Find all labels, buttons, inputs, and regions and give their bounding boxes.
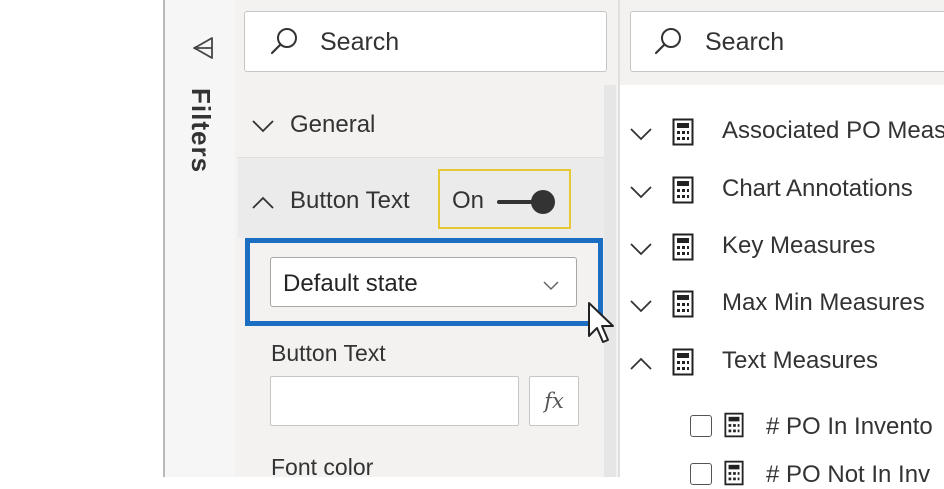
search-icon	[270, 28, 297, 55]
button-text-field-label: Button Text	[271, 340, 386, 366]
table-label: Associated PO Meas	[722, 117, 944, 144]
section-button-text-label: Button Text	[290, 187, 410, 214]
chevron-up-icon[interactable]	[628, 351, 654, 377]
button-text-input[interactable]	[270, 376, 519, 426]
chevron-down-icon[interactable]	[628, 293, 654, 319]
calculator-icon	[724, 412, 744, 438]
mouse-cursor-icon	[588, 302, 614, 343]
calculator-icon	[672, 348, 694, 376]
table-label: Chart Annotations	[722, 175, 913, 202]
state-dropdown-value: Default state	[283, 270, 418, 297]
chevron-down-icon[interactable]	[628, 236, 654, 262]
chevron-down-icon[interactable]	[628, 121, 654, 147]
table-label: Max Min Measures	[722, 289, 925, 316]
calculator-icon	[672, 290, 694, 318]
toggle-knob[interactable]	[531, 190, 555, 214]
toggle-label: On	[452, 187, 485, 214]
fields-search-placeholder: Search	[705, 28, 785, 56]
calculator-icon	[672, 176, 694, 204]
search-icon	[654, 28, 681, 55]
calculator-icon	[672, 233, 694, 261]
filters-rail[interactable]	[165, 0, 235, 477]
measure-checkbox[interactable]	[690, 463, 712, 485]
chevron-down-icon[interactable]	[628, 179, 654, 205]
chevron-down-icon	[543, 281, 559, 291]
section-general-label: General	[290, 111, 376, 138]
calculator-icon	[672, 118, 694, 146]
fx-button[interactable]: fx	[529, 376, 579, 426]
chevron-down-icon	[252, 120, 274, 133]
format-search-placeholder: Search	[320, 28, 400, 56]
collapse-arrow-icon[interactable]	[190, 34, 218, 62]
table-label: Text Measures	[722, 347, 879, 374]
calculator-icon	[724, 460, 744, 486]
format-pane-scrollbar[interactable]	[604, 85, 616, 477]
measure-checkbox[interactable]	[690, 415, 712, 437]
table-label: Key Measures	[722, 232, 876, 259]
measure-label[interactable]: # PO Not In Inv	[766, 461, 930, 489]
chevron-up-icon	[252, 196, 274, 209]
filters-label[interactable]: Filters	[176, 88, 220, 188]
measure-label[interactable]: # PO In Invento	[766, 413, 933, 441]
